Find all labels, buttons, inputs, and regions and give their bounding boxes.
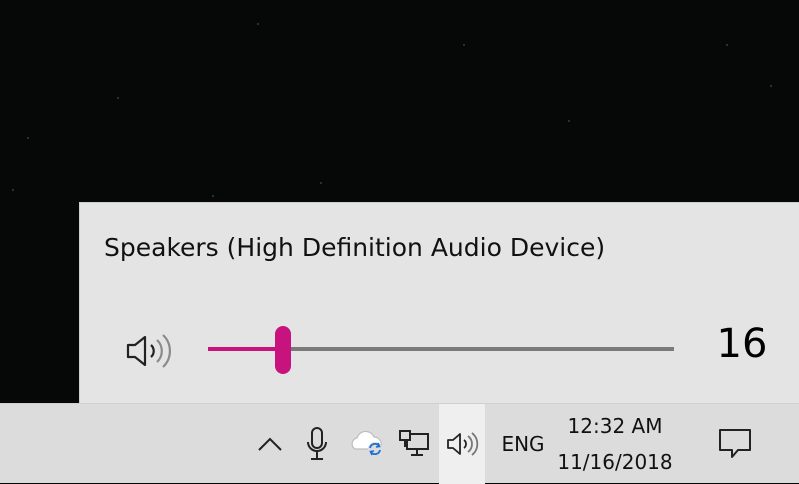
show-hidden-icons-button[interactable] xyxy=(250,404,290,484)
input-language-button[interactable]: ENG xyxy=(492,404,554,484)
onedrive-sync-icon xyxy=(351,430,382,456)
speaker-icon[interactable] xyxy=(124,331,176,371)
onedrive-button[interactable] xyxy=(344,404,390,484)
star-dot xyxy=(257,23,259,25)
volume-tray-button[interactable] xyxy=(439,404,485,484)
action-center-button[interactable] xyxy=(704,404,766,484)
volume-slider-fill xyxy=(208,347,283,351)
star-dot xyxy=(212,195,214,197)
volume-flyout: Speakers (High Definition Audio Device) … xyxy=(79,202,799,403)
star-dot xyxy=(463,44,465,46)
taskbar: ENG 12:32 AM 11/16/2018 xyxy=(0,403,799,484)
star-dot xyxy=(27,137,29,139)
microphone-icon xyxy=(307,427,327,460)
clock-time: 12:32 AM xyxy=(567,414,663,438)
star-dot xyxy=(12,189,14,191)
star-dot xyxy=(568,120,570,122)
action-center-icon xyxy=(719,429,751,458)
star-dot xyxy=(770,85,772,87)
volume-slider-thumb[interactable] xyxy=(274,326,291,374)
star-dot xyxy=(117,97,119,99)
volume-value: 16 xyxy=(716,321,768,367)
clock-button[interactable]: 12:32 AM 11/16/2018 xyxy=(554,404,676,484)
language-label: ENG xyxy=(501,432,545,456)
chevron-up-icon xyxy=(258,437,282,451)
speaker-icon xyxy=(447,432,479,456)
clock-date: 11/16/2018 xyxy=(557,450,673,474)
microphone-button[interactable] xyxy=(296,404,338,484)
network-icon xyxy=(399,430,429,456)
star-dot xyxy=(726,44,728,46)
network-button[interactable] xyxy=(394,404,434,484)
audio-device-name[interactable]: Speakers (High Definition Audio Device) xyxy=(104,233,605,262)
star-dot xyxy=(320,182,322,184)
volume-slider[interactable] xyxy=(208,326,674,374)
